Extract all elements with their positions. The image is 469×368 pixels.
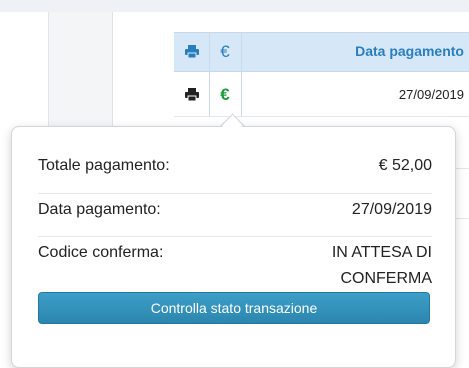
code-value: IN ATTESA DI CONFERMA <box>332 240 432 292</box>
code-value-line2: CONFERMA <box>340 270 432 287</box>
row-divider <box>174 116 469 117</box>
header-print-cell[interactable] <box>176 32 208 70</box>
total-value: € 52,00 <box>378 157 432 174</box>
popover-divider <box>38 193 432 194</box>
top-band <box>0 0 469 12</box>
total-row: Totale pagamento: € 52,00 <box>38 157 432 175</box>
check-transaction-status-button[interactable]: Controlla stato transazione <box>38 292 430 324</box>
printer-icon <box>185 87 199 101</box>
code-value-line1: IN ATTESA DI <box>331 244 432 261</box>
row-euro-button[interactable]: € <box>209 72 241 116</box>
euro-icon: € <box>220 41 230 61</box>
payment-date-cell: 27/09/2019 <box>398 86 464 102</box>
date-label: Data pagamento: <box>38 201 161 218</box>
printer-icon <box>185 44 199 58</box>
column-header-data-pagamento[interactable]: Data pagamento <box>242 32 464 70</box>
date-value: 27/09/2019 <box>351 201 432 218</box>
header-euro-cell[interactable]: € <box>209 32 241 70</box>
row-print-button[interactable] <box>176 72 208 116</box>
euro-icon: € <box>220 84 230 104</box>
code-row: Codice conferma: IN ATTESA DI CONFERMA <box>38 240 432 292</box>
popover-divider <box>38 236 432 237</box>
code-label: Codice conferma: <box>38 244 164 261</box>
date-row: Data pagamento: 27/09/2019 <box>38 201 432 219</box>
total-label: Totale pagamento: <box>38 157 170 174</box>
